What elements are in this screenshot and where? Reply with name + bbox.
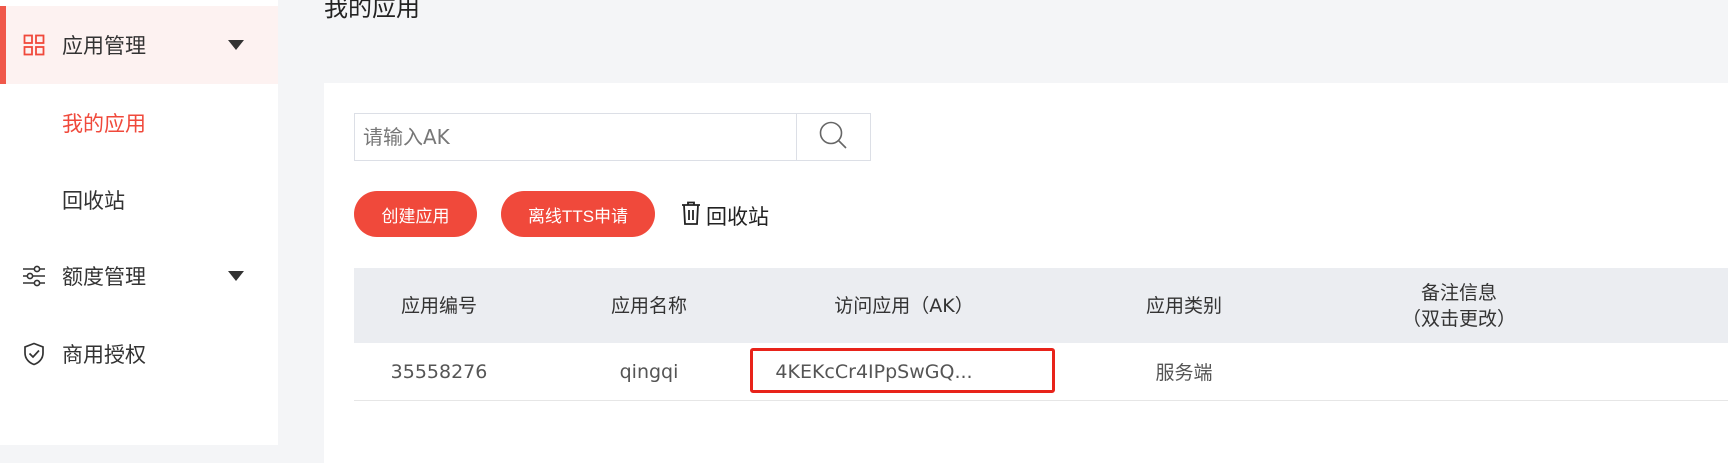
grid-icon [22, 33, 46, 57]
column-header-remark-hint: （双击更改） [1401, 307, 1516, 330]
nav-quota-management[interactable]: 额度管理 [0, 237, 278, 315]
column-header-app-name: 应用名称 [610, 294, 687, 317]
search-input[interactable] [355, 114, 796, 160]
nav-commercial-auth[interactable]: 商用授权 [0, 315, 278, 393]
recycle-bin-link-label: 回收站 [706, 204, 769, 229]
nav-commercial-auth-label: 商用授权 [62, 343, 146, 367]
nav-app-management-label: 应用管理 [62, 34, 146, 58]
sidebar: 应用管理 我的应用 回收站 额度管理 商用授权 [0, 0, 278, 445]
search-button[interactable] [795, 114, 870, 160]
cell-remark[interactable] [1374, 343, 1544, 400]
column-header-remark-label: 备注信息 [1420, 281, 1497, 304]
caret-down-icon [228, 40, 244, 50]
cell-app-id: 35558276 [390, 360, 488, 383]
table-header: 应用编号 应用名称 访问应用（AK） 应用类别 备注信息 （双击更改） [354, 268, 1728, 343]
create-app-button[interactable]: 创建应用 [354, 191, 477, 237]
search-box [354, 113, 871, 161]
recycle-bin-link[interactable]: 回收站 [680, 200, 769, 231]
column-header-ak: 访问应用（AK） [834, 294, 974, 317]
page-title: 我的应用 [324, 0, 420, 22]
nav-quota-management-label: 额度管理 [62, 265, 146, 289]
sliders-icon [22, 264, 46, 288]
column-header-category: 应用类别 [1145, 294, 1222, 317]
nav-app-management[interactable]: 应用管理 [0, 6, 278, 84]
offline-tts-button[interactable]: 离线TTS申请 [501, 191, 655, 237]
sidebar-item-recycle-bin[interactable]: 回收站 [62, 185, 125, 215]
shield-check-icon [22, 342, 46, 366]
sidebar-item-my-apps[interactable]: 我的应用 [62, 108, 146, 138]
cell-category: 服务端 [1155, 362, 1213, 384]
column-header-app-id: 应用编号 [400, 294, 477, 317]
ak-highlight-box [750, 348, 1055, 393]
column-header-remark: 备注信息 （双击更改） [1374, 268, 1544, 343]
search-icon [818, 120, 848, 154]
trash-icon [680, 200, 706, 231]
caret-down-icon [228, 271, 244, 281]
cell-app-name: qingqi [619, 360, 679, 383]
